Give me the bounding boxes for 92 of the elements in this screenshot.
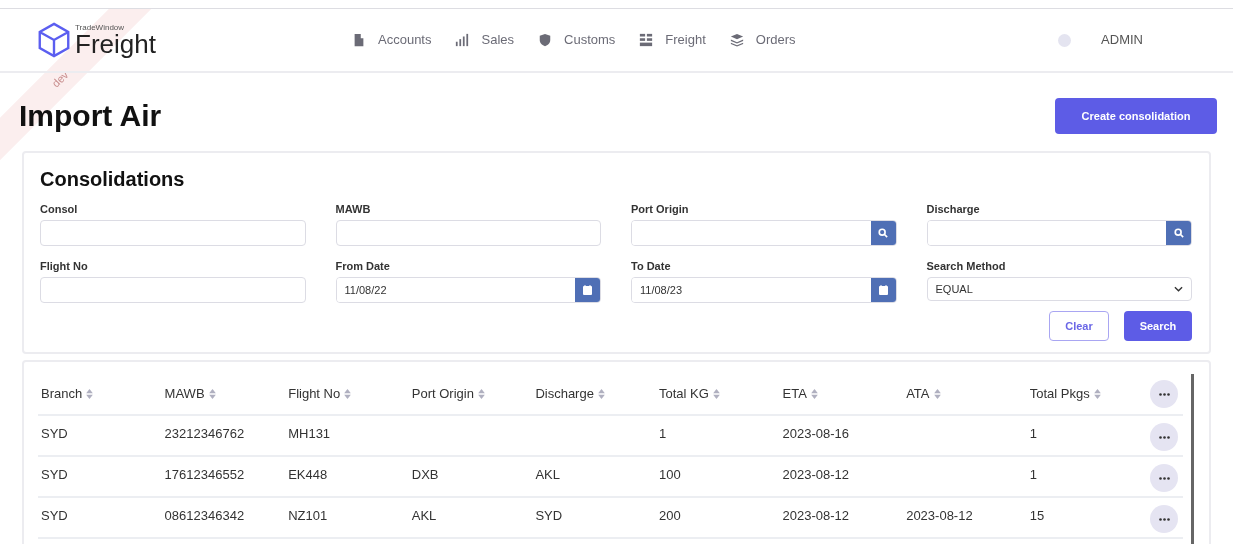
table-cell: AKL	[411, 508, 437, 523]
more-icon	[1158, 517, 1170, 521]
field-label: Search Method	[926, 260, 1007, 273]
column-header[interactable]: Discharge	[532, 374, 656, 415]
sort-icon	[597, 389, 605, 399]
page-title: Import Air	[19, 101, 162, 131]
search-button[interactable]	[1166, 221, 1191, 245]
text-field[interactable]	[40, 220, 306, 246]
search-button[interactable]	[870, 221, 896, 245]
column-header[interactable]: Total KG	[655, 374, 780, 415]
more-button[interactable]	[1150, 464, 1179, 492]
field-label: To Date	[631, 260, 672, 273]
date-field[interactable]: 11/08/22	[335, 277, 601, 303]
nav-link[interactable]: Orders	[729, 30, 796, 50]
sort-icon	[208, 389, 216, 399]
table-cell: 2023-08-12	[782, 508, 850, 523]
table-cell: EK448	[288, 467, 328, 482]
table-cell: 2023-08-12	[782, 467, 850, 482]
nav-link[interactable]: Freight	[639, 30, 706, 50]
table-cell: 100	[658, 467, 681, 482]
more-button[interactable]	[1150, 423, 1179, 451]
field-label: Discharge	[926, 203, 981, 216]
sort-icon	[810, 389, 818, 399]
layers-icon	[729, 33, 744, 47]
table-cell: AKL	[535, 467, 560, 482]
table-cell: SYD	[535, 508, 563, 523]
table-cell: MH131	[288, 426, 331, 441]
text-field[interactable]	[335, 220, 601, 246]
grid-icon	[639, 33, 654, 47]
column-header[interactable]: Total Pkgs	[1026, 374, 1151, 415]
table-cell: 15	[1029, 508, 1045, 523]
nav-link[interactable]: Accounts	[352, 30, 432, 50]
building-icon	[352, 33, 366, 47]
calendar-button[interactable]	[870, 278, 896, 302]
table-cell: 200	[658, 508, 681, 523]
date-field[interactable]: 11/08/23	[631, 277, 897, 303]
table-cell: 2023-08-12	[906, 508, 973, 523]
table-cell: 1	[1029, 426, 1037, 441]
lookup-field[interactable]	[926, 220, 1192, 246]
logo[interactable]: TradeWindow Freight	[35, 21, 335, 59]
sort-icon	[477, 389, 485, 399]
calendar-icon	[878, 285, 888, 295]
more-button[interactable]	[1150, 380, 1179, 408]
column-header[interactable]: MAWB	[161, 374, 286, 415]
table-cell: 1	[1029, 467, 1037, 482]
nav-link[interactable]: Sales	[455, 30, 514, 50]
create-consolidation-button[interactable]: Create consolidation	[1055, 98, 1217, 134]
field-label: Flight No	[40, 260, 89, 273]
clear-button[interactable]: Clear	[1049, 311, 1109, 341]
table-cell: 23212346762	[164, 426, 245, 441]
calendar-button[interactable]	[575, 278, 600, 302]
nav-link[interactable]: Customs	[538, 30, 616, 50]
field-label: Port Origin	[631, 203, 690, 216]
sort-icon	[344, 389, 352, 399]
calendar-icon	[583, 285, 592, 295]
column-header[interactable]: Branch	[38, 374, 162, 415]
field-label: Consol	[40, 203, 79, 216]
field-label: From Date	[335, 260, 391, 273]
text-field[interactable]	[40, 277, 306, 303]
more-icon	[1158, 476, 1170, 480]
search-icon	[878, 228, 888, 238]
column-header[interactable]: ATA	[903, 374, 1027, 415]
table-cell: 08612346342	[164, 508, 245, 523]
table-cell: SYD	[41, 508, 68, 523]
user-menu[interactable]: ADMIN	[1101, 30, 1143, 50]
column-header[interactable]: Flight No	[285, 374, 409, 415]
shield-icon	[538, 33, 552, 47]
select-field[interactable]: EQUAL	[926, 277, 1192, 301]
table-cell: 1	[658, 426, 667, 441]
section-title: Consolidations	[40, 169, 186, 189]
table-cell: DXB	[411, 467, 439, 482]
column-header[interactable]: ETA	[779, 374, 904, 415]
table-cell: 2023-08-16	[782, 426, 850, 441]
more-button[interactable]	[1150, 505, 1179, 533]
lookup-field[interactable]	[631, 220, 897, 246]
table-cell: NZ101	[288, 508, 328, 523]
chevron-down-icon	[1174, 286, 1183, 292]
table-cell: SYD	[41, 426, 68, 441]
sort-icon	[712, 389, 720, 399]
more-icon	[1158, 392, 1170, 396]
sort-icon	[933, 389, 941, 399]
more-icon	[1158, 435, 1170, 439]
search-icon	[1173, 228, 1184, 238]
column-header[interactable]: Port Origin	[408, 374, 533, 415]
search-button[interactable]: Search	[1124, 311, 1192, 341]
field-label: MAWB	[335, 203, 372, 216]
scrollbar[interactable]	[1191, 374, 1194, 544]
sort-icon	[1093, 389, 1101, 399]
table-cell: SYD	[41, 467, 68, 482]
table-cell: 17612346552	[164, 467, 245, 482]
sort-icon	[86, 389, 94, 399]
bar-chart-icon	[455, 33, 470, 47]
